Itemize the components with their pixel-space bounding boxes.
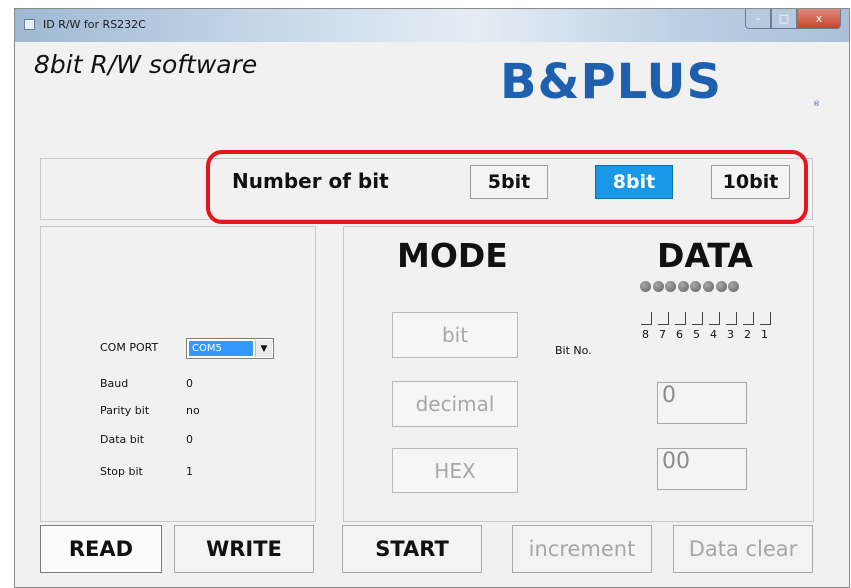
bit-checkbox-row	[641, 312, 777, 325]
bit-number: 6	[676, 328, 683, 341]
bit-number-labels: 8 7 6 5 4 3 2 1	[642, 328, 778, 341]
stop-bit-value: 1	[186, 465, 193, 478]
bit-checkbox[interactable]	[641, 312, 652, 325]
bit-number: 5	[693, 328, 700, 341]
10bit-button[interactable]: 10bit	[711, 165, 790, 199]
com-port-select[interactable]: COM5 ▼	[186, 338, 274, 359]
maximize-button[interactable]: □	[771, 9, 797, 29]
minimize-button[interactable]: –	[745, 9, 771, 29]
hex-value-field[interactable]: 00	[657, 448, 747, 490]
bit-indicator-led	[715, 281, 727, 292]
decimal-value-field[interactable]: 0	[657, 382, 747, 424]
app-heading: 8bit R/W software	[34, 50, 258, 79]
bit-checkbox[interactable]	[760, 312, 771, 325]
bit-indicator-led	[690, 281, 702, 292]
bit-checkbox[interactable]	[743, 312, 754, 325]
bit-indicator-led	[728, 281, 740, 292]
bit-indicator-led	[640, 281, 651, 292]
chevron-down-icon[interactable]: ▼	[255, 340, 272, 357]
bit-indicator-led	[665, 281, 677, 292]
window-controls: – □ x	[745, 9, 841, 31]
bit-mode-button[interactable]: bit	[392, 312, 518, 358]
close-button[interactable]: x	[797, 9, 841, 29]
bit-number: 3	[727, 328, 734, 341]
bit-number: 1	[761, 328, 768, 341]
write-button[interactable]: WRITE	[174, 525, 314, 573]
parity-bit-label: Parity bit	[100, 404, 150, 417]
data-clear-button[interactable]: Data clear	[673, 525, 813, 573]
baud-value: 0	[186, 377, 193, 390]
increment-button[interactable]: increment	[512, 525, 652, 573]
bit-no-label: Bit No.	[555, 344, 592, 357]
title-bar: ID R/W for RS232C – □ x	[15, 9, 849, 42]
bit-checkbox[interactable]	[709, 312, 720, 325]
baud-label: Baud	[100, 377, 129, 390]
com-port-label: COM PORT	[100, 341, 159, 354]
data-bit-label: Data bit	[100, 433, 145, 446]
8bit-button[interactable]: 8bit	[595, 165, 673, 199]
window-title: ID R/W for RS232C	[43, 18, 146, 31]
data-heading: DATA	[657, 236, 753, 275]
bit-number: 8	[642, 328, 649, 341]
bit-indicator-row	[640, 281, 741, 292]
5bit-button[interactable]: 5bit	[470, 165, 548, 199]
bit-indicator-led	[652, 281, 664, 292]
bit-checkbox[interactable]	[692, 312, 703, 325]
bit-checkbox[interactable]	[675, 312, 686, 325]
parity-bit-value: no	[186, 404, 200, 417]
bit-number: 7	[659, 328, 666, 341]
company-logo: B&PLUS	[500, 54, 723, 110]
start-button[interactable]: START	[342, 525, 482, 573]
bit-indicator-led	[702, 281, 714, 292]
bit-checkbox[interactable]	[658, 312, 669, 325]
read-button[interactable]: READ	[40, 525, 162, 573]
bit-checkbox[interactable]	[726, 312, 737, 325]
number-of-bit-label: Number of bit	[232, 169, 389, 193]
mode-heading: MODE	[397, 236, 508, 275]
decimal-mode-button[interactable]: decimal	[392, 381, 518, 427]
com-settings-panel	[40, 226, 316, 522]
logo-registered-mark: ®	[813, 100, 820, 108]
data-bit-value: 0	[186, 433, 193, 446]
stop-bit-label: Stop bit	[100, 465, 143, 478]
bit-number: 4	[710, 328, 717, 341]
com-port-value: COM5	[189, 341, 253, 356]
hex-mode-button[interactable]: HEX	[392, 448, 518, 493]
bit-indicator-led	[677, 281, 689, 292]
bit-number: 2	[744, 328, 751, 341]
app-icon	[24, 19, 35, 30]
